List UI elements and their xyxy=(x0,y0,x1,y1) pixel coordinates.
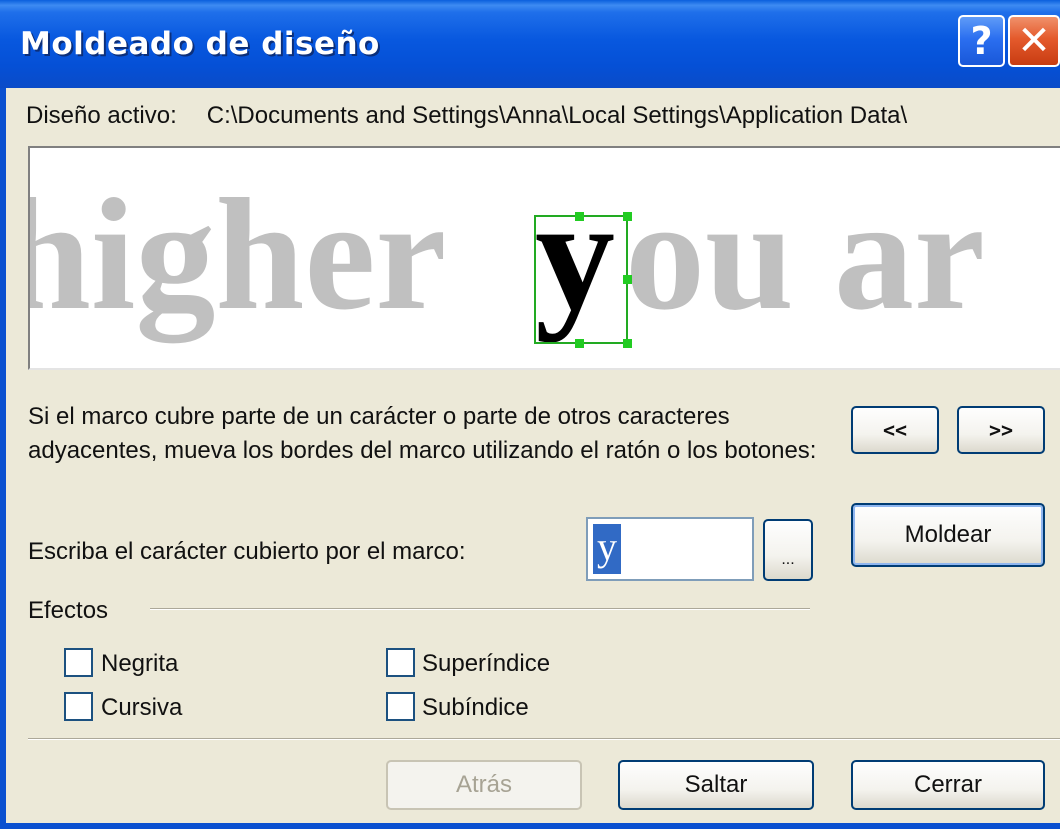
subscript-label[interactable]: Subíndice xyxy=(422,694,529,722)
window-frame-left xyxy=(0,88,6,829)
preview-image: higher y ou ar xyxy=(30,165,985,348)
browse-chars-button[interactable]: ... xyxy=(763,519,813,581)
preview-highlighted-char: y xyxy=(535,165,615,343)
close-button[interactable]: Cerrar xyxy=(851,760,1045,810)
pattern-training-dialog: Moldeado de diseño ? ✕ Diseño activo: C:\… xyxy=(0,0,1060,829)
frame-handle-bottom-right[interactable] xyxy=(623,339,632,348)
train-button[interactable]: Moldear xyxy=(851,503,1045,567)
active-pattern-row: Diseño activo: C:\Documents and Settings\… xyxy=(26,102,907,130)
instructions-text: Si el marco cubre parte de un carácter o… xyxy=(28,403,817,464)
window-title: Moldeado de diseño xyxy=(20,26,380,62)
title-bar[interactable]: Moldeado de diseño ? ✕ xyxy=(0,0,1060,88)
frame-handle-top[interactable] xyxy=(575,212,584,221)
footer-separator xyxy=(28,738,1060,740)
previous-char-button[interactable]: << xyxy=(851,406,939,454)
effects-divider xyxy=(150,608,810,610)
character-preview[interactable]: higher y ou ar xyxy=(28,146,1060,370)
frame-handle-top-right[interactable] xyxy=(623,212,632,221)
next-char-button[interactable]: >> xyxy=(957,406,1045,454)
window-frame-bottom xyxy=(0,823,1060,829)
skip-button[interactable]: Saltar xyxy=(618,760,814,810)
italic-label[interactable]: Cursiva xyxy=(101,694,182,722)
back-button[interactable]: Atrás xyxy=(386,760,582,810)
bold-checkbox[interactable] xyxy=(64,648,93,677)
preview-text-before: higher xyxy=(30,165,446,344)
frame-handle-bottom[interactable] xyxy=(575,339,584,348)
char-input[interactable]: y xyxy=(586,517,754,581)
frame-handle-right[interactable] xyxy=(623,275,632,284)
char-prompt-label: Escriba el carácter cubierto por el marc… xyxy=(28,538,466,565)
char-input-value: y xyxy=(593,524,621,574)
preview-text-after: ou ar xyxy=(625,165,985,343)
active-pattern-path: C:\Documents and Settings\Anna\Local Set… xyxy=(206,102,908,129)
italic-checkbox[interactable] xyxy=(64,692,93,721)
effects-group-label: Efectos xyxy=(28,597,109,624)
superscript-label[interactable]: Superíndice xyxy=(422,650,550,678)
superscript-checkbox[interactable] xyxy=(386,648,415,677)
help-button[interactable]: ? xyxy=(958,15,1005,67)
subscript-checkbox[interactable] xyxy=(386,692,415,721)
bold-label[interactable]: Negrita xyxy=(101,650,178,678)
close-window-button[interactable]: ✕ xyxy=(1008,15,1060,67)
help-icon: ? xyxy=(970,19,993,63)
close-icon: ✕ xyxy=(1017,18,1051,64)
active-pattern-label: Diseño activo: xyxy=(26,102,177,129)
